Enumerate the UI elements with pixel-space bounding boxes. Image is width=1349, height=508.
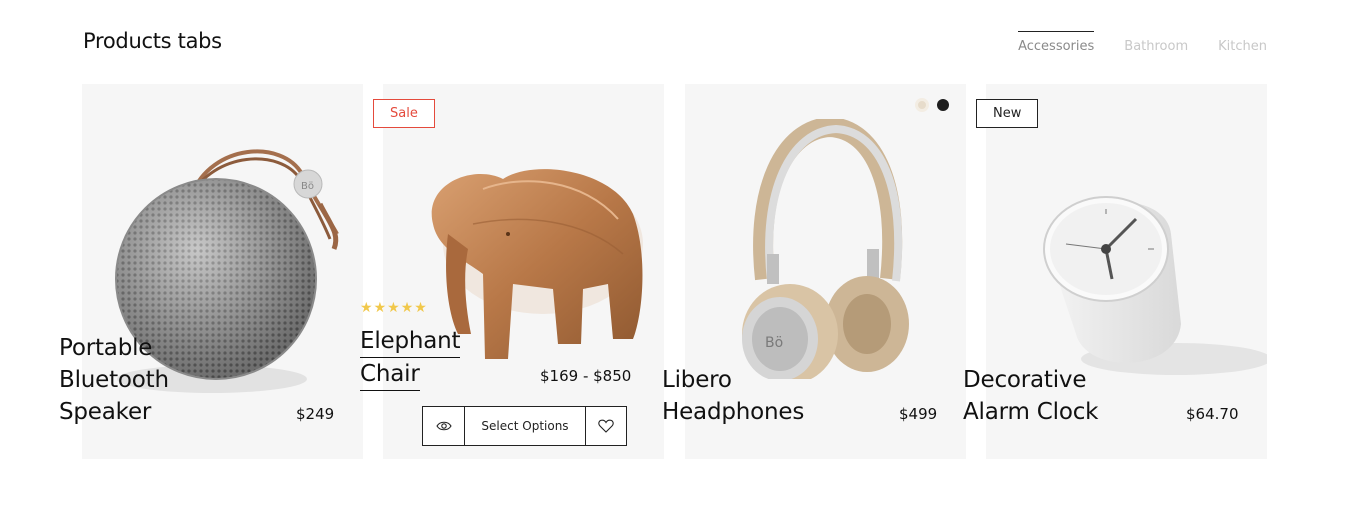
product-name-clock[interactable]: Decorative Alarm Clock <box>963 364 1098 428</box>
svg-text:Bö: Bö <box>301 181 314 192</box>
product-name-speaker[interactable]: Portable Bluetooth Speaker <box>59 332 169 428</box>
wishlist-button[interactable] <box>585 407 626 445</box>
product-price-clock: $64.70 <box>1186 405 1239 423</box>
product-price-speaker: $249 <box>296 405 335 423</box>
product-card-clock[interactable]: New Decorative Alarm Clock $64.70 <box>963 84 1267 459</box>
star-icon: ★ <box>400 300 414 316</box>
star-icon: ★ <box>360 300 373 316</box>
product-image-headphones[interactable]: Bö <box>735 119 920 379</box>
eye-icon <box>435 421 452 431</box>
section-title: Products tabs <box>83 29 222 53</box>
new-badge: New <box>976 99 1039 128</box>
heart-icon <box>598 419 614 433</box>
quick-view-button[interactable] <box>423 407 464 445</box>
swatch-black[interactable] <box>937 99 949 111</box>
svg-text:Bö: Bö <box>765 335 783 351</box>
star-icon: ★ <box>373 300 387 316</box>
product-card-elephant[interactable]: Sale ★ ★ ★ ★ ★ Elephant Chair $169 - $85… <box>360 84 664 459</box>
product-card-headphones[interactable]: Bö Libero Headphones $499 <box>662 84 966 459</box>
swatch-beige[interactable] <box>915 98 929 112</box>
product-card-speaker[interactable]: Bö Portable Bluetooth Speaker $249 <box>59 84 363 459</box>
rating-stars: ★ ★ ★ ★ ★ <box>360 301 427 315</box>
product-name-headphones[interactable]: Libero Headphones <box>662 364 804 428</box>
star-icon: ★ <box>387 300 400 316</box>
product-price-headphones: $499 <box>899 405 938 423</box>
product-image-clock[interactable] <box>1036 184 1267 384</box>
select-options-button[interactable]: Select Options <box>464 407 585 445</box>
product-price-elephant: $169 - $850 <box>540 367 632 385</box>
star-icon: ★ <box>414 300 427 316</box>
tab-bathroom[interactable]: Bathroom <box>1124 31 1188 54</box>
product-actions: Select Options <box>422 406 627 446</box>
sale-badge: Sale <box>373 99 435 128</box>
product-name-elephant[interactable]: Elephant Chair <box>360 325 461 391</box>
category-tabs: Accessories Bathroom Kitchen <box>1018 31 1267 54</box>
color-swatches <box>915 98 949 112</box>
tab-kitchen[interactable]: Kitchen <box>1218 31 1267 54</box>
tab-accessories[interactable]: Accessories <box>1018 31 1095 54</box>
